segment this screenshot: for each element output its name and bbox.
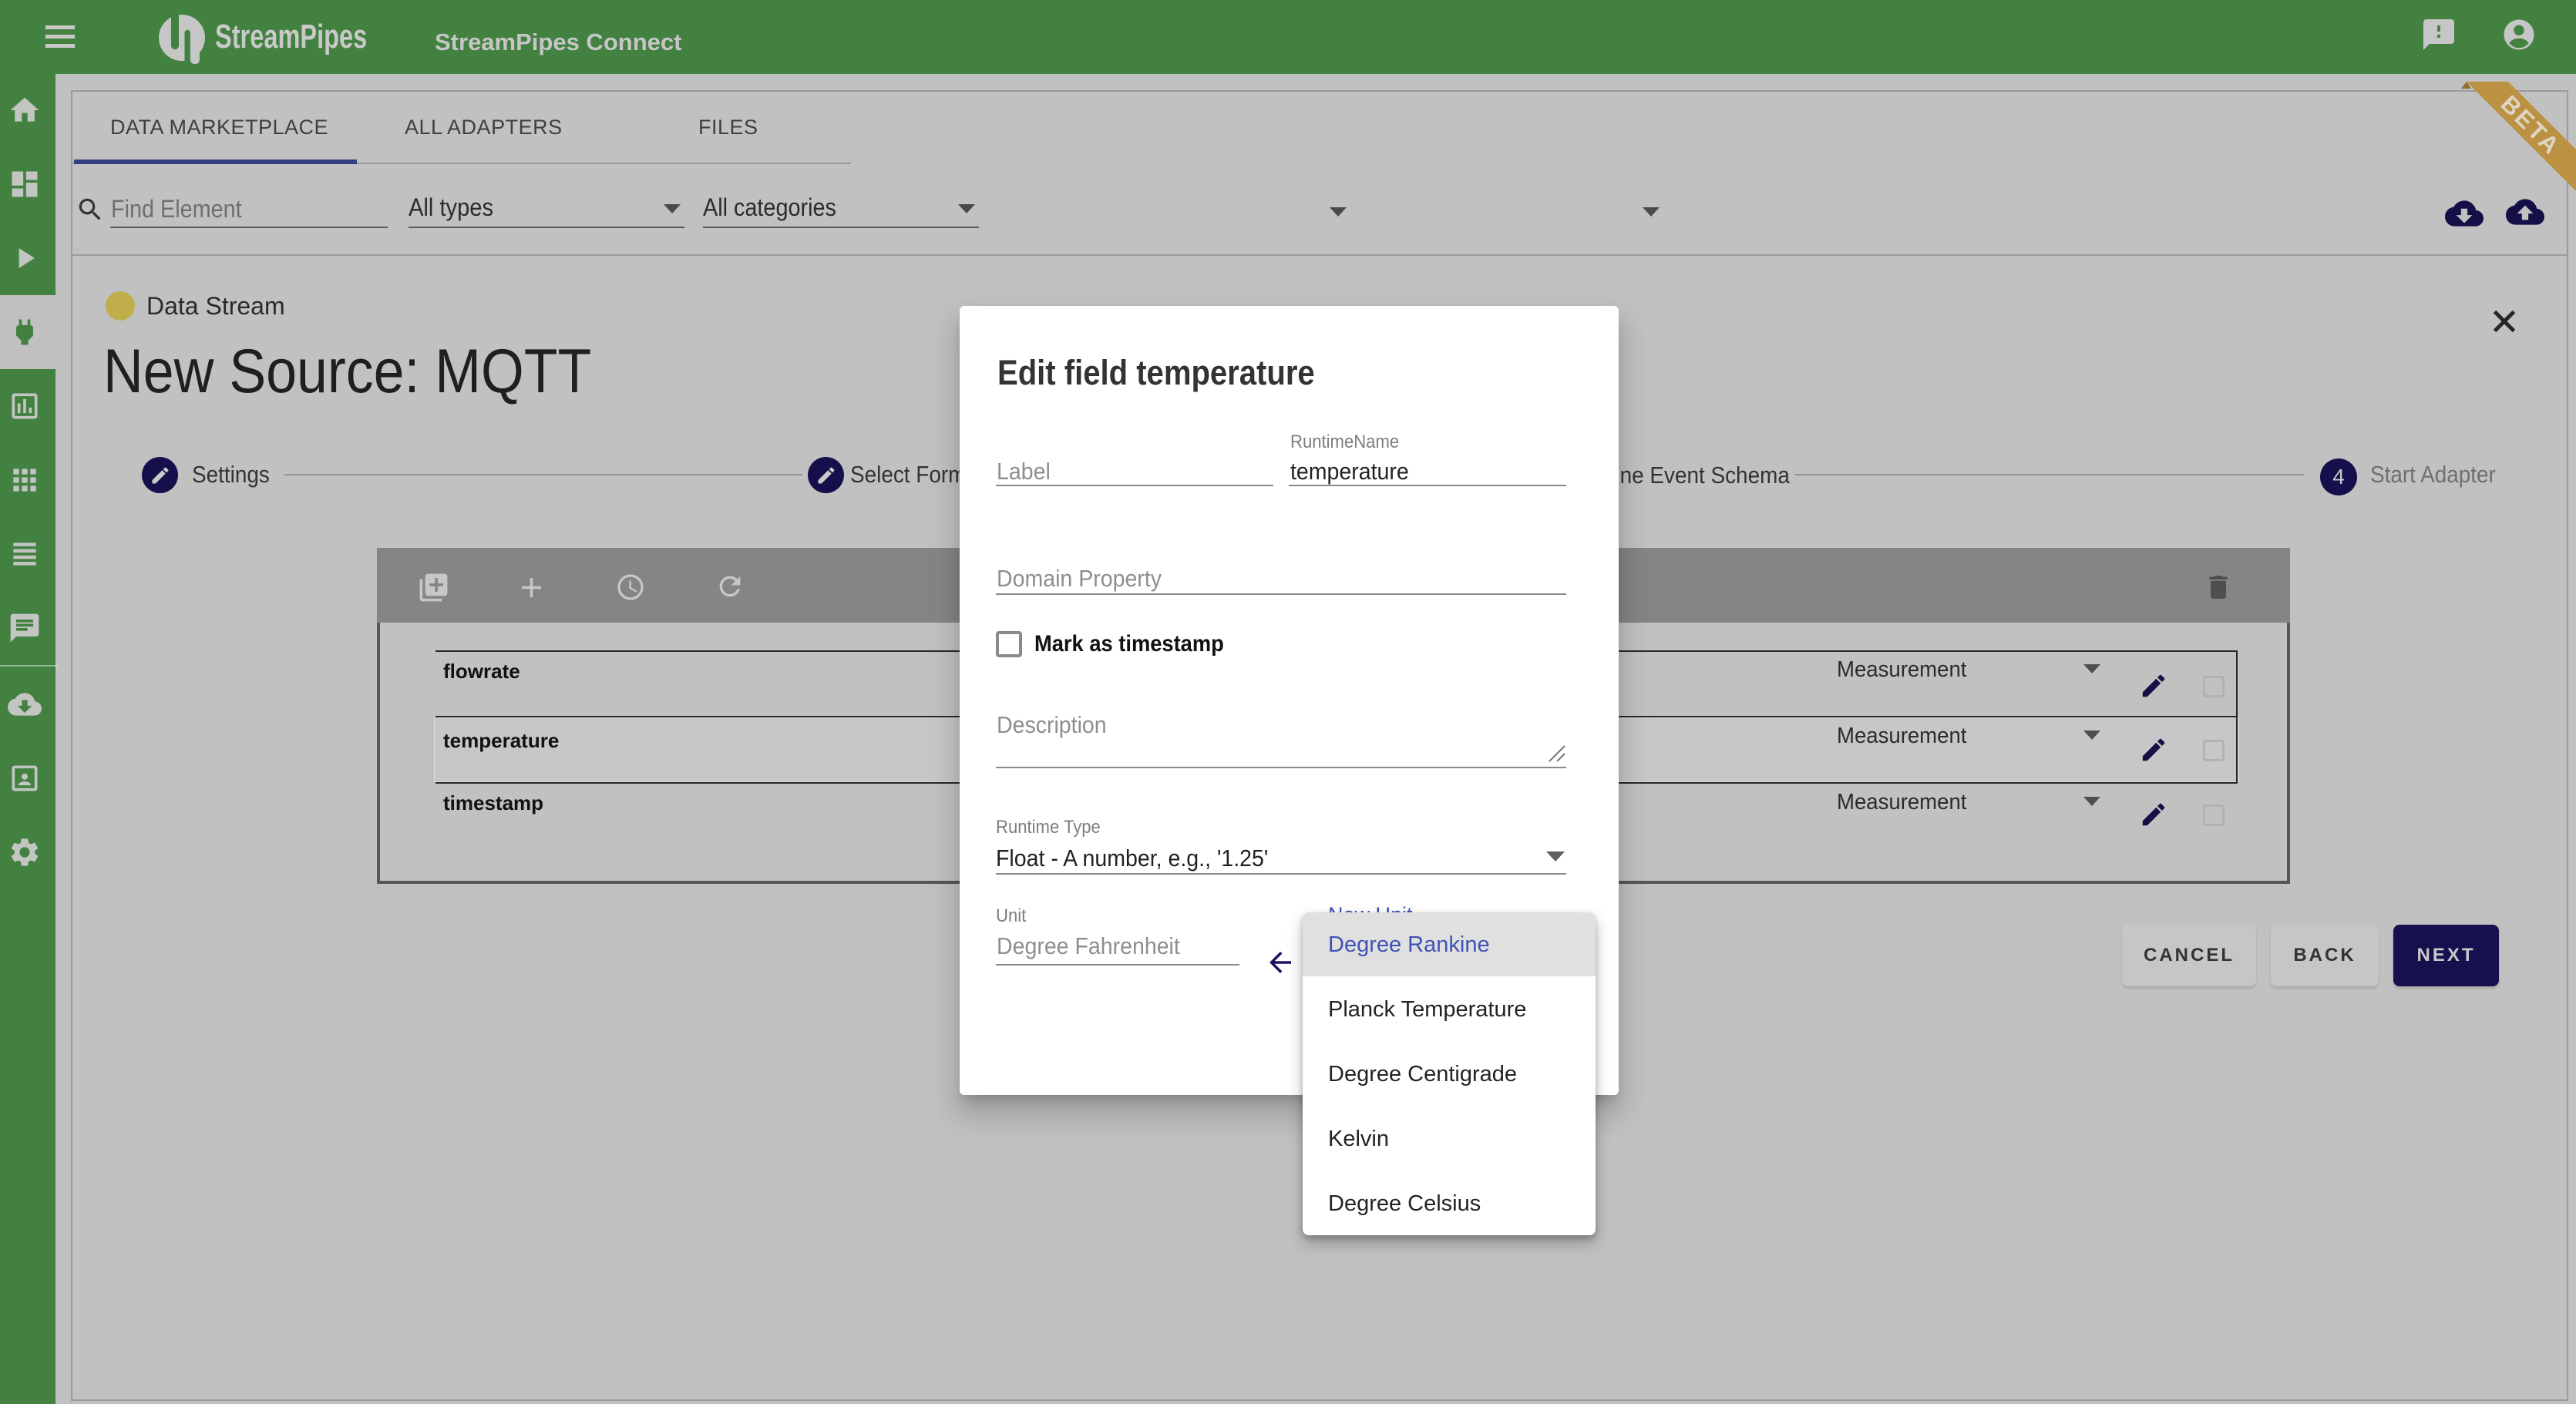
- svg-text:BETA: BETA: [2496, 90, 2566, 160]
